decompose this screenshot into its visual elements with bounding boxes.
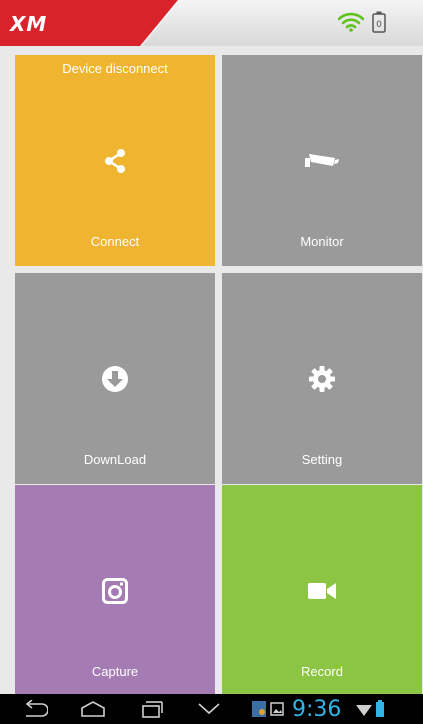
device-battery-icon: 0: [372, 11, 386, 33]
connect-label: Connect: [90, 234, 140, 249]
battery-status-icon: [376, 700, 384, 717]
setting-label: Setting: [301, 452, 343, 467]
home-icon[interactable]: [80, 700, 106, 718]
download-icon: [102, 365, 128, 392]
record-label: Record: [301, 664, 343, 679]
setting-tile[interactable]: Setting: [222, 273, 422, 484]
capture-tile[interactable]: Capture: [15, 485, 215, 696]
back-icon[interactable]: [22, 700, 48, 718]
capture-label: Capture: [91, 664, 139, 679]
collapse-chevron-icon[interactable]: [198, 703, 220, 715]
share-icon: [105, 148, 125, 173]
notification-image-icon: [270, 702, 284, 716]
monitor-label: Monitor: [300, 234, 344, 249]
camera-icon: [102, 577, 128, 604]
app-header: XM 0: [0, 0, 423, 46]
record-tile[interactable]: Record: [222, 485, 422, 696]
device-status-text: Device disconnect: [62, 61, 168, 76]
wifi-icon: [338, 12, 364, 32]
system-nav-bar: 9:36: [0, 694, 423, 724]
video-camera-icon: [308, 582, 336, 599]
gear-icon: [309, 365, 335, 392]
recents-icon[interactable]: [138, 700, 164, 718]
wifi-status-icon: [356, 705, 372, 716]
notification-app-icon: [252, 701, 266, 717]
download-label: DownLoad: [83, 452, 147, 467]
svg-text:0: 0: [376, 20, 382, 30]
cctv-camera-icon: [305, 153, 339, 167]
status-clock: 9:36: [292, 697, 342, 722]
app-logo: XM: [10, 12, 48, 36]
connect-tile[interactable]: Device disconnect Connect: [15, 55, 215, 266]
monitor-tile[interactable]: Monitor: [222, 55, 422, 266]
download-tile[interactable]: DownLoad: [15, 273, 215, 484]
